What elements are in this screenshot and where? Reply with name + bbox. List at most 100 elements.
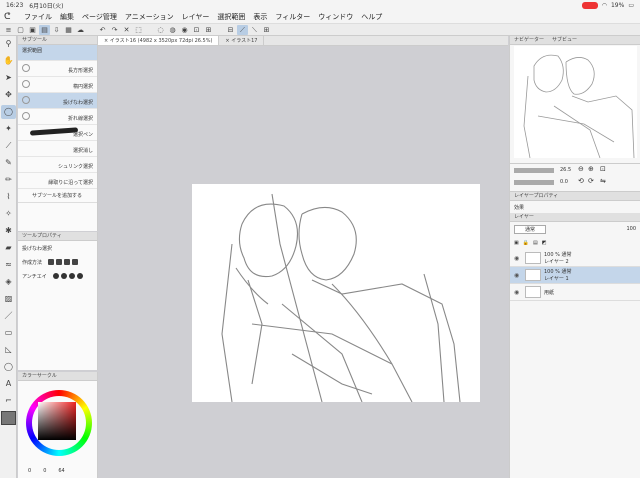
special-ruler-snap-icon[interactable]: ⟍ xyxy=(249,25,260,35)
document-tabs: × イラスト16 (4982 x 3520px 72dpi 26.5%) × イ… xyxy=(98,36,508,46)
brightness-value: 64 xyxy=(58,468,65,474)
pen-icon[interactable]: ✎ xyxy=(1,156,16,170)
add-sub-tool-button[interactable]: サブツールを追加する xyxy=(18,189,97,203)
figure-icon[interactable]: ／ xyxy=(1,309,16,323)
ref-icon[interactable]: ▤ xyxy=(533,240,538,246)
sub-tool-item[interactable]: シュリンク選択 xyxy=(18,157,97,173)
layer-row[interactable]: ◉ 100 % 通常 レイヤー 2 xyxy=(510,250,640,267)
sub-tool-item[interactable]: 投げなわ選択 xyxy=(18,93,97,109)
sub-tool-item[interactable]: 選択消し xyxy=(18,141,97,157)
rotate-right-icon[interactable]: ⟳ xyxy=(588,177,594,185)
zoom-in-icon[interactable]: ⊕ xyxy=(588,165,594,173)
export-icon[interactable]: ⇩ xyxy=(51,25,62,35)
doc-tab[interactable]: × イラスト17 xyxy=(219,36,265,45)
tab-subview[interactable]: サブビュー xyxy=(552,36,577,44)
operation-icon[interactable]: ➤ xyxy=(1,71,16,85)
redo-icon[interactable]: ↷ xyxy=(109,25,120,35)
visibility-eye-icon[interactable]: ◉ xyxy=(514,255,522,262)
mode-new-icon[interactable] xyxy=(48,259,55,265)
text-icon[interactable]: A xyxy=(1,377,16,391)
rotate-slider[interactable] xyxy=(514,180,554,185)
main-color-icon[interactable] xyxy=(1,411,16,425)
ruler-snap-icon[interactable]: ⟋ xyxy=(237,24,248,35)
transform-icon[interactable]: ⬚ xyxy=(133,25,144,35)
crop-icon[interactable]: ⊡ xyxy=(191,25,202,35)
menu-file[interactable]: ファイル xyxy=(24,12,52,22)
frame-icon[interactable]: ▭ xyxy=(1,326,16,340)
mask-icon[interactable]: ◩ xyxy=(542,240,547,246)
print-icon[interactable]: ▦ xyxy=(63,25,74,35)
menu-filter[interactable]: フィルター xyxy=(275,12,310,22)
zoom-out-icon[interactable]: ⊖ xyxy=(578,165,584,173)
visibility-eye-icon[interactable]: ◉ xyxy=(514,272,522,279)
mode-subtract-icon[interactable] xyxy=(64,259,71,265)
clear-icon[interactable]: ✕ xyxy=(121,25,132,35)
move-icon[interactable]: ✥ xyxy=(1,88,16,102)
gradient-icon[interactable]: ▨ xyxy=(1,292,16,306)
app-logo-icon[interactable]: ᕦ xyxy=(4,12,16,22)
flip-icon[interactable]: ⇋ xyxy=(600,177,606,185)
menu-layer[interactable]: レイヤー xyxy=(182,12,210,22)
mode-add-icon[interactable] xyxy=(56,259,63,265)
layer-row[interactable]: ◉ 100 % 通常 レイヤー 1 xyxy=(510,267,640,284)
menu-view[interactable]: 表示 xyxy=(253,12,267,22)
deselect-icon[interactable]: ◌ xyxy=(155,25,166,35)
lasso-icon[interactable]: ◯ xyxy=(1,105,16,119)
sub-tool-item[interactable]: 長方形選択 xyxy=(18,61,97,77)
menu-icon[interactable]: ≡ xyxy=(3,25,14,35)
sub-tool-item[interactable]: 楕円選択 xyxy=(18,77,97,93)
auto-select-icon[interactable]: ✦ xyxy=(1,122,16,136)
open-icon[interactable]: ▣ xyxy=(27,25,38,35)
navigator-preview[interactable] xyxy=(514,46,637,159)
menu-edit[interactable]: 編集 xyxy=(60,12,74,22)
sub-tool-item[interactable]: 折れ線選択 xyxy=(18,109,97,125)
cloud-icon[interactable]: ☁ xyxy=(75,25,86,35)
show-selection-icon[interactable]: ⊞ xyxy=(203,25,214,35)
drawing-canvas[interactable] xyxy=(192,184,480,403)
fit-icon[interactable]: ⊡ xyxy=(600,165,606,173)
aa-medium-icon[interactable] xyxy=(68,273,75,279)
rotate-left-icon[interactable]: ⟲ xyxy=(578,177,584,185)
layer-row[interactable]: ◉ 用紙 xyxy=(510,284,640,301)
sub-tool-item[interactable]: 選択範囲 xyxy=(18,45,97,61)
clip-icon[interactable]: ▣ xyxy=(514,240,519,246)
hand-icon[interactable]: ✋ xyxy=(1,54,16,68)
balloon-icon[interactable]: ◯ xyxy=(1,360,16,374)
menu-page[interactable]: ページ管理 xyxy=(82,12,117,22)
lock-icon[interactable]: 🔒 xyxy=(523,240,529,246)
zoom-slider[interactable] xyxy=(514,168,554,173)
menu-window[interactable]: ウィンドウ xyxy=(318,12,353,22)
visibility-eye-icon[interactable]: ◉ xyxy=(514,289,522,296)
sub-tool-item[interactable]: 縁取りに沿って選択 xyxy=(18,173,97,189)
doc-tab[interactable]: × イラスト16 (4982 x 3520px 72dpi 26.5%) xyxy=(98,36,220,45)
invert-selection-icon[interactable]: ◍ xyxy=(167,25,178,35)
aa-weak-icon[interactable] xyxy=(60,273,67,279)
undo-icon[interactable]: ↶ xyxy=(97,25,108,35)
saturation-square[interactable] xyxy=(38,402,76,440)
menu-selection[interactable]: 選択範囲 xyxy=(217,12,245,22)
mode-intersect-icon[interactable] xyxy=(72,259,79,265)
eyedropper-icon[interactable]: ⟋ xyxy=(1,139,16,153)
eraser-icon[interactable]: ▰ xyxy=(1,241,16,255)
menu-help[interactable]: ヘルプ xyxy=(361,12,382,22)
menu-animation[interactable]: アニメーション xyxy=(125,12,174,22)
pencil-icon[interactable]: ✏ xyxy=(1,173,16,187)
decoration-icon[interactable]: ✱ xyxy=(1,224,16,238)
new-file-icon[interactable]: ▢ xyxy=(15,25,26,35)
aa-none-icon[interactable] xyxy=(52,273,59,279)
sub-tool-item[interactable]: 選択ペン xyxy=(18,125,97,141)
blend-mode-select[interactable]: 通常 xyxy=(514,224,547,234)
zoom-icon[interactable]: ⚲ xyxy=(1,37,16,51)
brush-icon[interactable]: ⌇ xyxy=(1,190,16,204)
ruler-icon[interactable]: ◺ xyxy=(1,343,16,357)
correct-line-icon[interactable]: ⌐ xyxy=(1,394,16,408)
blend-icon[interactable]: ≈ xyxy=(1,258,16,272)
aa-strong-icon[interactable] xyxy=(76,273,83,279)
fill-tool-icon[interactable]: ◈ xyxy=(1,275,16,289)
airbrush-icon[interactable]: ✧ xyxy=(1,207,16,221)
grid-snap-icon[interactable]: ⊞ xyxy=(261,25,272,35)
snap-icon[interactable]: ⊟ xyxy=(225,25,236,35)
fill-icon[interactable]: ◉ xyxy=(179,25,190,35)
tab-navigator[interactable]: ナビゲーター xyxy=(514,36,544,44)
save-icon[interactable]: ▤ xyxy=(39,24,50,35)
